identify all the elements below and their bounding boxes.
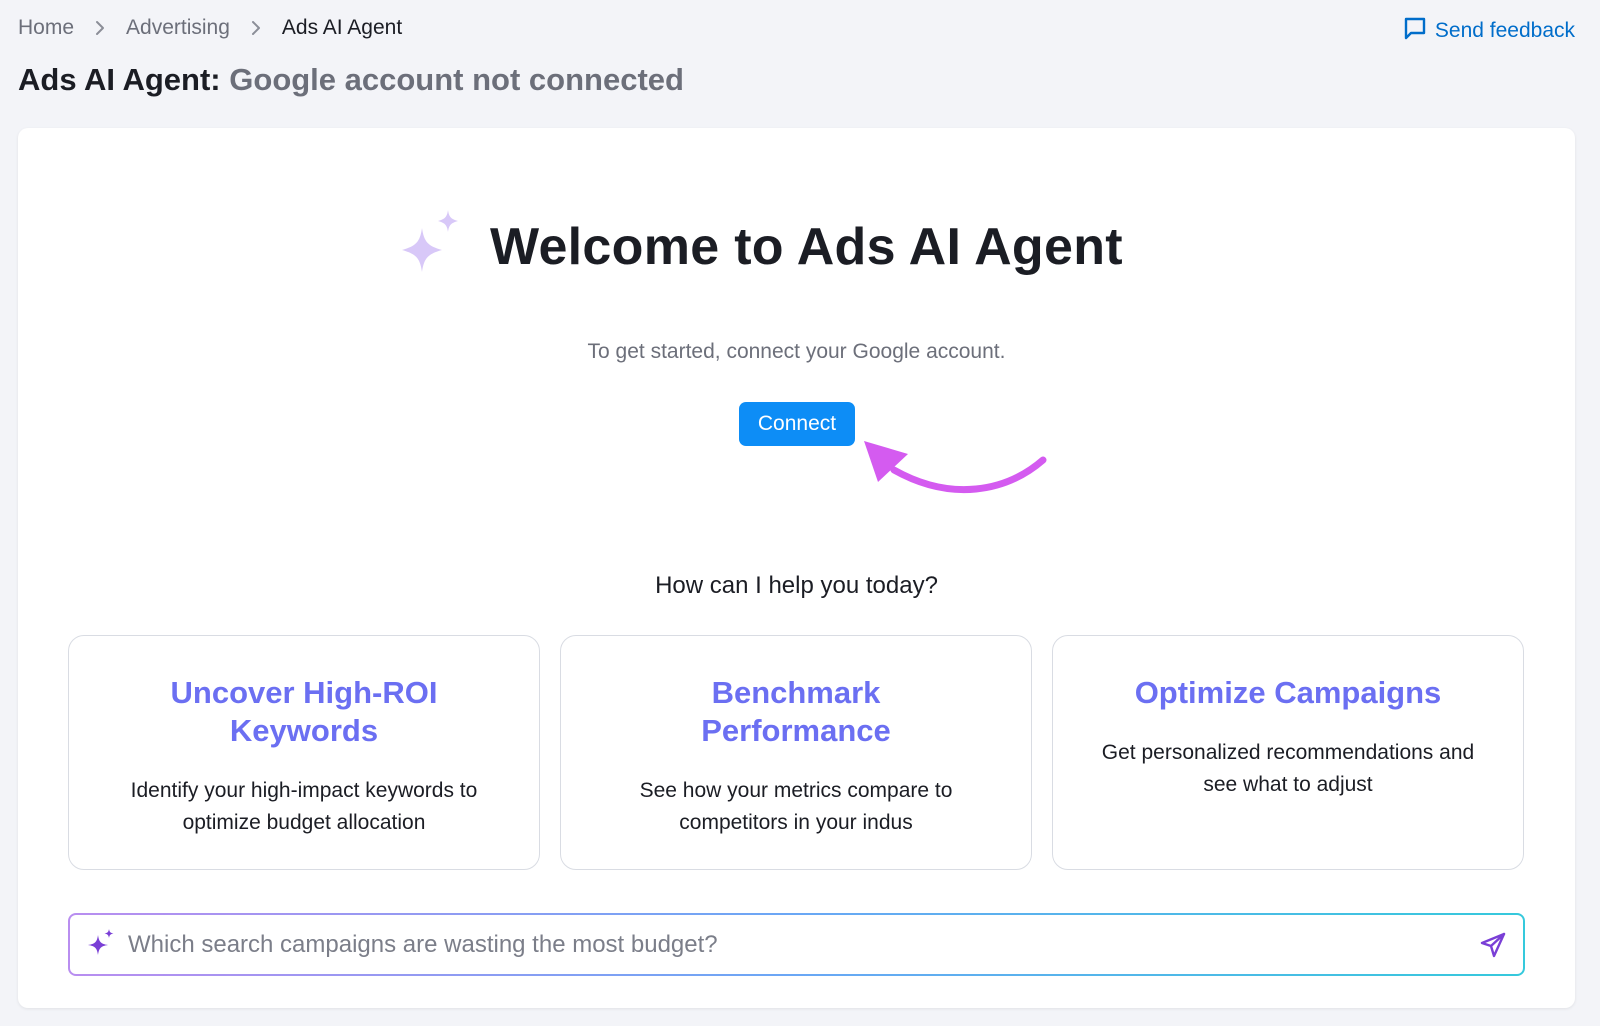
breadcrumb-advertising[interactable]: Advertising	[126, 16, 230, 40]
suggestion-card-title: Uncover High-ROI Keywords	[170, 675, 438, 748]
suggestion-card-title: Optimize Campaigns	[1134, 675, 1442, 710]
welcome-header: Welcome to Ads AI Agent	[398, 210, 1123, 283]
suggestion-card-title: Benchmark Performance	[701, 675, 891, 748]
page-title-status: Google account not connected	[229, 62, 684, 97]
suggestion-tiles: Uncover High-ROI Keywords Identify your …	[68, 635, 1524, 870]
page-title-main: Ads AI Agent:	[18, 62, 221, 97]
suggestion-card-desc: Identify your high-impact keywords to op…	[130, 779, 478, 834]
suggestion-card-optimize[interactable]: Optimize Campaigns Get personalized reco…	[1052, 635, 1524, 870]
chevron-right-icon	[230, 20, 282, 36]
connect-button[interactable]: Connect	[739, 402, 855, 446]
send-feedback-link[interactable]: Send feedback	[1403, 16, 1575, 46]
sparkles-icon	[88, 929, 114, 960]
breadcrumb: Home Advertising Ads AI Agent	[18, 16, 402, 40]
breadcrumb-home[interactable]: Home	[18, 16, 74, 40]
prompt-input[interactable]	[128, 930, 1479, 959]
connect-instructions: To get started, connect your Google acco…	[587, 340, 1006, 363]
welcome-heading: Welcome to Ads AI Agent	[490, 217, 1123, 276]
main-card: Welcome to Ads AI Agent To get started, …	[18, 128, 1575, 1008]
annotation-arrow-icon	[864, 441, 1047, 494]
help-heading: How can I help you today?	[655, 572, 938, 599]
page-title: Ads AI Agent: Google account not connect…	[18, 62, 684, 98]
breadcrumb-current: Ads AI Agent	[281, 16, 403, 39]
suggestion-card-desc: Get personalized recommendations and see…	[1101, 741, 1475, 796]
suggestion-card-benchmark[interactable]: Benchmark Performance See how your metri…	[560, 635, 1032, 870]
prompt-box	[68, 913, 1525, 976]
send-icon[interactable]	[1479, 931, 1507, 959]
prompt-inner	[70, 915, 1523, 974]
send-feedback-label: Send feedback	[1434, 19, 1575, 42]
chevron-right-icon	[74, 20, 126, 36]
suggestion-card-desc: See how your metrics compare to competit…	[639, 779, 953, 834]
sparkles-icon	[398, 210, 464, 283]
chat-bubble-icon	[1403, 16, 1427, 46]
suggestion-card-keywords[interactable]: Uncover High-ROI Keywords Identify your …	[68, 635, 540, 870]
